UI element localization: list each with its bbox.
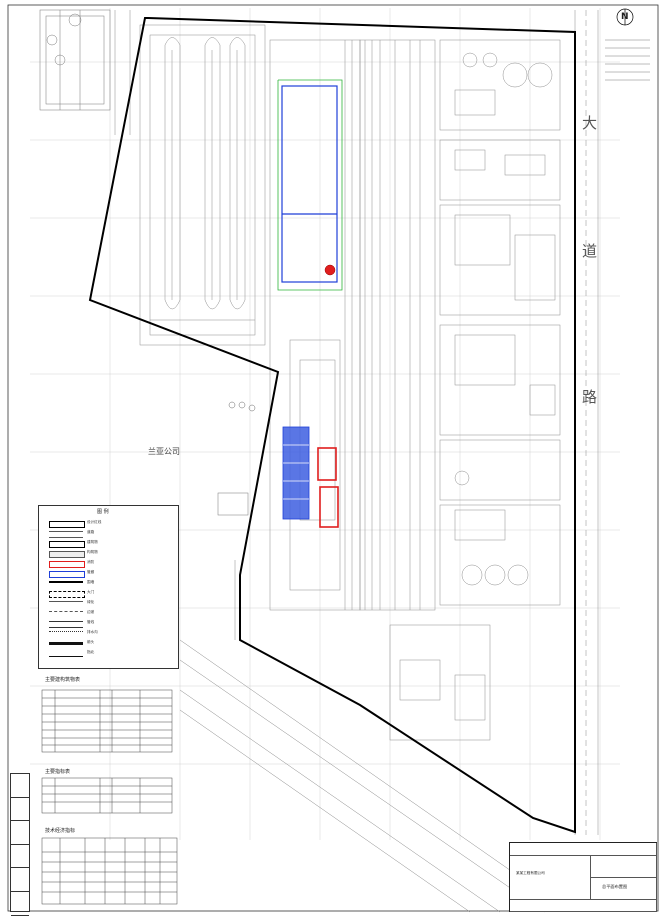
legend-item: 管廊: [43, 570, 173, 578]
legend-item: 绿化: [43, 600, 173, 608]
title-block-company: 某某工程有限公司: [516, 871, 545, 875]
legend-item: 大门: [43, 590, 173, 598]
legend-item: 围墙: [43, 580, 173, 588]
site-plan-drawing: [0, 0, 663, 916]
section-title-1: 主要建构筑物表: [45, 677, 81, 683]
north-label: N: [621, 12, 629, 22]
road-label-1: 大: [582, 114, 598, 132]
title-block: 某某工程有限公司 总平面布置图: [509, 842, 657, 912]
section-title-3: 技术经济指标: [45, 828, 76, 834]
legend-item: 构筑物: [43, 550, 173, 558]
title-block-drawing-title: 总平面布置图: [602, 884, 628, 889]
road-label-3: 路: [582, 388, 598, 406]
legend-item: 排水沟: [43, 630, 173, 638]
legend-item: 边坡: [43, 610, 173, 618]
blue-zone-south: [282, 426, 310, 520]
legend-item: 消防: [43, 560, 173, 568]
legend: 图 例 设计红线 道路 建筑物 构筑物 消防 管廊 围墙 大门 绿化 边坡 管线…: [38, 505, 179, 669]
legend-item: 箭头: [43, 640, 173, 648]
legend-item: 建筑物: [43, 540, 173, 548]
legend-title: 图 例: [97, 509, 109, 515]
legend-item: 设计红线: [43, 520, 173, 528]
road-label-2: 道: [582, 242, 598, 260]
neighbor-company-label: 兰亚公司: [148, 447, 180, 456]
legend-item: 道路: [43, 530, 173, 538]
section-title-2: 主要指标表: [45, 769, 71, 775]
red-marker: [324, 264, 336, 276]
legend-item: 管线: [43, 620, 173, 628]
legend-item: 指北: [43, 650, 173, 658]
revision-strip: [10, 773, 30, 916]
